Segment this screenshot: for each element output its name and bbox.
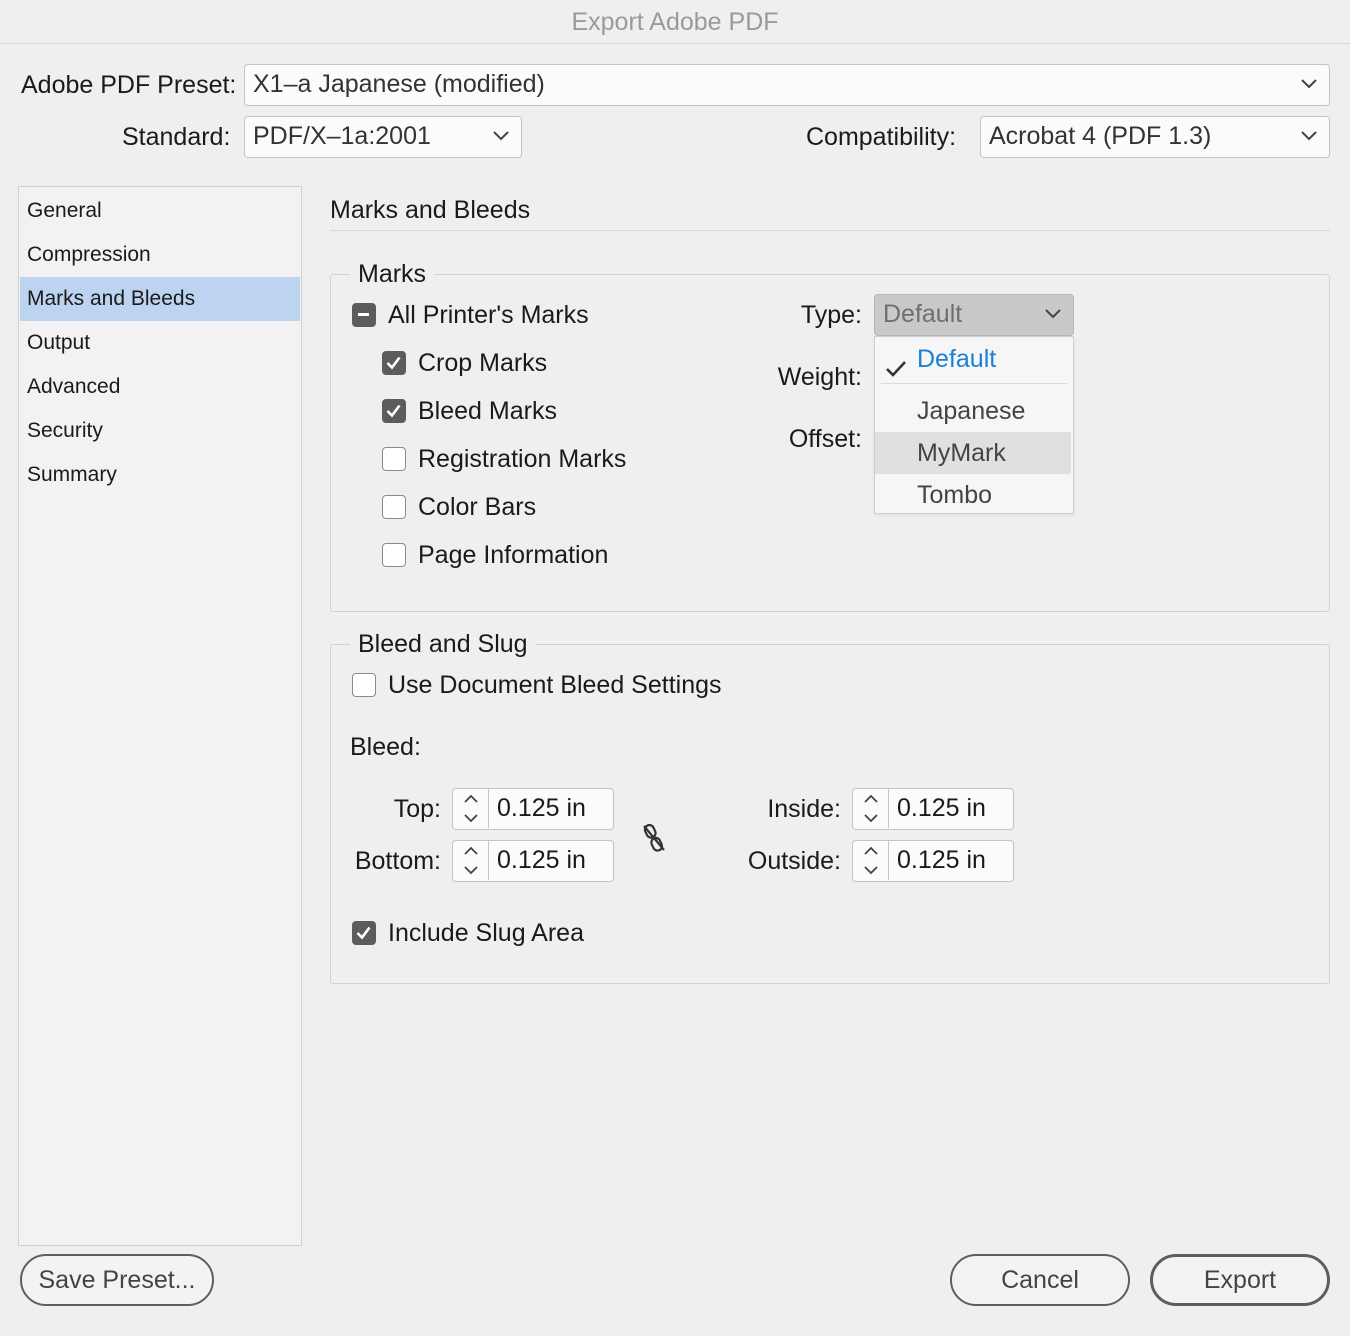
use-document-bleed-checkbox[interactable] — [352, 673, 376, 697]
bleed-slug-legend: Bleed and Slug — [350, 630, 536, 658]
checkmark-icon — [386, 356, 401, 370]
save-preset-button[interactable]: Save Preset... — [20, 1254, 214, 1306]
type-label: Type: — [800, 301, 862, 329]
all-printers-marks-checkbox[interactable] — [352, 303, 376, 327]
outside-stepper[interactable]: 0.125 in — [852, 840, 1014, 882]
preset-value: X1–a Japanese (modified) — [253, 70, 545, 98]
outside-value[interactable]: 0.125 in — [897, 841, 986, 880]
checkmark-icon — [356, 926, 371, 940]
stepper-arrows-icon[interactable] — [853, 789, 889, 828]
registration-marks-checkbox[interactable] — [382, 447, 406, 471]
color-bars-checkbox[interactable] — [382, 495, 406, 519]
inside-label: Inside: — [767, 795, 841, 823]
standard-select[interactable]: PDF/X–1a:2001 — [244, 116, 522, 158]
sidebar: General Compression Marks and Bleeds Out… — [18, 186, 302, 1246]
bleed-marks-checkbox[interactable] — [382, 399, 406, 423]
sidebar-item-advanced[interactable]: Advanced — [20, 365, 300, 409]
crop-marks-checkbox[interactable] — [382, 351, 406, 375]
checkmark-icon — [386, 404, 401, 418]
panel-title: Marks and Bleeds — [330, 196, 531, 224]
bleed-label: Bleed: — [350, 733, 421, 761]
inside-value[interactable]: 0.125 in — [897, 789, 986, 828]
registration-marks-label: Registration Marks — [418, 445, 627, 473]
compatibility-select[interactable]: Acrobat 4 (PDF 1.3) — [980, 116, 1330, 158]
top-label: Top: — [393, 795, 441, 823]
top-stepper[interactable]: 0.125 in — [452, 788, 614, 830]
offset-label: Offset: — [788, 425, 862, 453]
marks-legend: Marks — [350, 260, 435, 288]
stepper-arrows-icon[interactable] — [453, 789, 489, 828]
stepper-arrows-icon[interactable] — [453, 841, 489, 880]
stepper-arrows-icon[interactable] — [853, 841, 889, 880]
menu-item-japanese[interactable]: Japanese — [875, 390, 1071, 432]
menu-separator — [881, 383, 1067, 384]
type-select[interactable]: Default — [874, 294, 1074, 336]
preset-label: Adobe PDF Preset: — [21, 71, 237, 99]
bleed-marks-label: Bleed Marks — [418, 397, 557, 425]
bottom-label: Bottom: — [354, 847, 441, 875]
standard-label: Standard: — [122, 123, 231, 151]
sidebar-item-marks-and-bleeds[interactable]: Marks and Bleeds — [20, 277, 300, 321]
menu-item-default[interactable]: Default — [875, 338, 1071, 380]
include-slug-area-checkbox[interactable] — [352, 921, 376, 945]
broken-chain-icon[interactable] — [640, 822, 668, 854]
top-value[interactable]: 0.125 in — [497, 789, 586, 828]
all-printers-marks-label: All Printer's Marks — [388, 301, 589, 329]
bottom-stepper[interactable]: 0.125 in — [452, 840, 614, 882]
compatibility-value: Acrobat 4 (PDF 1.3) — [989, 122, 1212, 150]
export-button[interactable]: Export — [1150, 1254, 1330, 1306]
use-document-bleed-label: Use Document Bleed Settings — [388, 671, 722, 699]
chevron-down-icon — [1301, 79, 1317, 89]
page-information-label: Page Information — [418, 541, 609, 569]
minus-icon — [358, 313, 369, 316]
menu-item-tombo[interactable]: Tombo — [875, 474, 1071, 516]
sidebar-item-general[interactable]: General — [20, 189, 300, 233]
divider — [330, 230, 1330, 231]
chevron-down-icon — [493, 131, 509, 141]
menu-item-mymark[interactable]: MyMark — [875, 432, 1071, 474]
color-bars-label: Color Bars — [418, 493, 537, 521]
weight-label: Weight: — [777, 363, 862, 391]
preset-select[interactable]: X1–a Japanese (modified) — [244, 64, 1330, 106]
compatibility-label: Compatibility: — [806, 123, 957, 151]
sidebar-item-security[interactable]: Security — [20, 409, 300, 453]
checkmark-icon — [885, 349, 907, 391]
page-information-checkbox[interactable] — [382, 543, 406, 567]
standard-value: PDF/X–1a:2001 — [253, 122, 431, 150]
window-title: Export Adobe PDF — [0, 0, 1350, 44]
sidebar-item-output[interactable]: Output — [20, 321, 300, 365]
sidebar-item-compression[interactable]: Compression — [20, 233, 300, 277]
chevron-down-icon — [1045, 309, 1061, 319]
type-dropdown-menu: Default Japanese MyMark Tombo — [874, 336, 1074, 514]
chevron-down-icon — [1301, 131, 1317, 141]
menu-item-label: Default — [917, 345, 997, 373]
include-slug-area-label: Include Slug Area — [388, 919, 584, 947]
bottom-value[interactable]: 0.125 in — [497, 841, 586, 880]
crop-marks-label: Crop Marks — [418, 349, 548, 377]
type-value: Default — [883, 300, 963, 328]
outside-label: Outside: — [747, 847, 841, 875]
cancel-button[interactable]: Cancel — [950, 1254, 1130, 1306]
sidebar-item-summary[interactable]: Summary — [20, 453, 300, 497]
inside-stepper[interactable]: 0.125 in — [852, 788, 1014, 830]
